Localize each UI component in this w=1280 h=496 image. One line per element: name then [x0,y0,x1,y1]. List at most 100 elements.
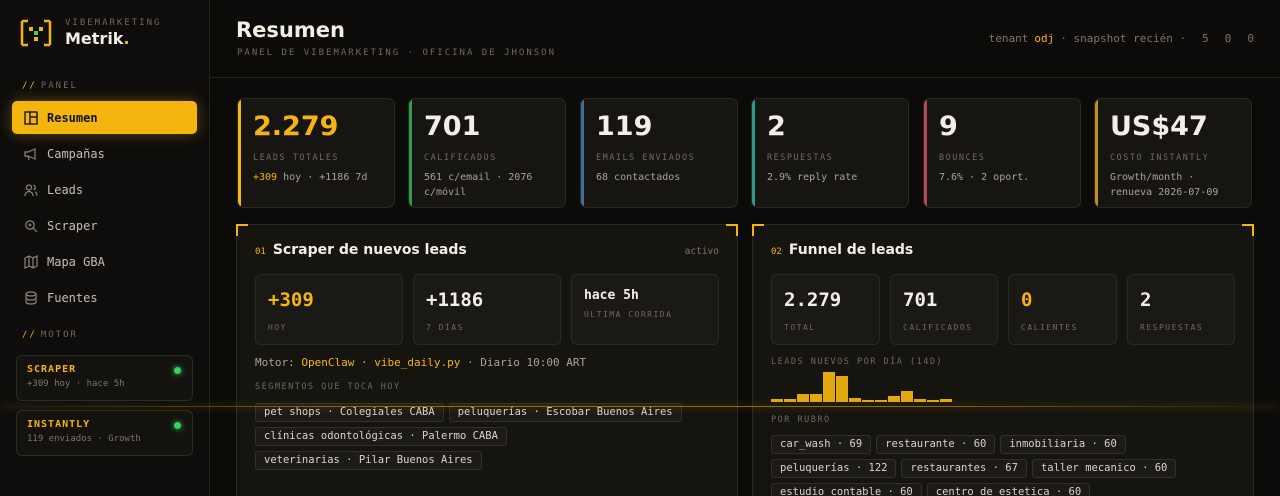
sidebar-item-scraper[interactable]: Scraper [12,209,197,242]
stat-calificados: 701 CALIFICADOS [890,274,998,345]
kpi-accent [581,99,584,207]
rubro-chip[interactable]: peluquerías · 122 [771,459,897,478]
sidebar: VIBEMARKETING Metrik. //PANEL Resumen Ca… [0,0,210,496]
kpi-label: CALIFICADOS [424,153,497,163]
rubro-list: car_wash · 69 restaurante · 60 inmobilia… [771,435,1241,496]
daily-bar [823,372,835,402]
stat-value: +309 [268,289,314,311]
stat-label: 7 DÍAS [426,323,464,332]
sidebar-item-label: Mapa GBA [47,254,105,269]
kpi-label: COSTO INSTANTLY [1110,153,1210,163]
sidebar-item-resumen[interactable]: Resumen [12,101,197,134]
stat-label: CALIFICADOS [903,323,973,332]
kpi-note: 7.6% · 2 oport. [939,172,1030,183]
kpi-card-costo-instantly: US$47 COSTO INSTANTLY Growth/month · ren… [1094,98,1252,208]
scraper-panel: 01 Scraper de nuevos leads activo +309 H… [236,224,738,496]
sidebar-item-leads[interactable]: Leads [12,173,197,206]
rubro-chip[interactable]: taller mecanico · 60 [1031,459,1177,478]
motor-card-scraper[interactable]: SCRAPER +309 hoy · hace 5h [16,355,193,401]
kpi-accent [1095,99,1098,207]
motor-subtitle: +309 hoy · hace 5h [27,379,125,389]
layout-icon [24,110,38,125]
segments-label: SEGMENTOS QUE TOCA HOY [255,382,401,392]
panel-title: Scraper de nuevos leads [272,242,467,258]
kpi-card-respuestas: 2 RESPUESTAS 2.9% reply rate [751,98,909,208]
motor-card-instantly[interactable]: INSTANTLY 119 enviados · Growth [16,410,193,456]
sidebar-item-label: Leads [47,182,84,197]
corner-decoration [752,224,764,236]
motor-line: Motor: OpenClaw · vibe_daily.py · Diario… [255,356,587,369]
kpi-card-bounces: 9 BOUNCES 7.6% · 2 oport. [923,98,1081,208]
map-icon [24,254,38,269]
daily-bar [771,399,783,402]
stat-7-dias: +1186 7 DÍAS [413,274,561,345]
counter: 0 [1247,32,1254,45]
panel-title: Funnel de leads [788,242,914,258]
daily-bar [784,399,796,402]
counter: 0 [1224,32,1232,45]
kpi-label: RESPUESTAS [767,153,834,163]
daily-bar [810,394,822,402]
rubro-chip[interactable]: restaurante · 60 [876,435,996,454]
rubro-chip[interactable]: restaurantes · 67 [901,459,1027,478]
kpi-label: LEADS TOTALES [253,153,340,163]
kpi-value: 701 [424,111,481,142]
section-label-panel: //PANEL [22,81,78,91]
tenant-value[interactable]: odj [1034,32,1054,45]
motor-title: SCRAPER [27,364,77,375]
motor-name[interactable]: OpenClaw · vibe_daily.py [301,356,460,369]
stat-value: 701 [903,289,938,311]
sidebar-item-campanas[interactable]: Campañas [12,137,197,170]
stat-calientes: 0 CALIENTES [1008,274,1117,345]
stat-value: +1186 [426,289,484,311]
panel-number: 02 [771,247,782,257]
kpi-value: US$47 [1110,111,1208,142]
kpi-accent [924,99,927,207]
snapshot-text: · snapshot recién · [1060,32,1187,45]
brand-name: Metrik. [65,29,130,48]
brand-subtitle: VIBEMARKETING [65,18,162,28]
scan-line-decoration [0,406,1280,407]
daily-bar [940,399,952,402]
stat-hoy: +309 HOY [255,274,403,345]
daily-bar [862,400,874,402]
page-subtitle: PANEL DE VIBEMARKETING · OFICINA DE JHON… [237,48,556,58]
kpi-card-leads-totales: 2.279 LEADS TOTALES +309 hoy · +1186 7d [237,98,395,208]
kpi-label: BOUNCES [939,153,986,163]
brand[interactable]: VIBEMARKETING Metrik. [20,18,161,48]
stat-label: TOTAL [784,323,816,332]
kpi-note: 68 contactados [596,172,681,183]
kpi-value: 2 [767,111,786,142]
status-dot [174,367,181,374]
kpi-accent [238,99,241,207]
stat-label: ÚLTIMA CORRIDA [584,310,673,319]
daily-bar [901,391,913,402]
daily-bar [849,398,861,402]
sidebar-item-label: Fuentes [47,290,98,305]
kpi-card-calificados: 701 CALIFICADOS 561 c/email · 2076 c/móv… [408,98,566,208]
rubro-label: POR RUBRO [771,415,831,425]
kpi-value: 9 [939,111,958,142]
section-label-motor: //MOTOR [22,330,78,340]
metrik-logo-icon [20,19,52,47]
rubro-chip[interactable]: centro de estetica · 60 [926,483,1091,496]
segment-chip[interactable]: clínicas odontológicas · Palermo CABA [255,427,507,446]
stat-value: 2 [1140,289,1152,311]
rubro-chip[interactable]: car_wash · 69 [771,435,872,454]
segment-chip[interactable]: veterinarias · Pilar Buenos Aires [255,451,482,470]
status-dot [174,422,181,429]
panel-number: 01 [255,247,266,257]
database-icon [25,290,37,305]
sidebar-item-fuentes[interactable]: Fuentes [12,281,197,314]
daily-bar [888,396,900,402]
segments-list: pet shops · Colegiales CABA peluquerías … [255,403,725,470]
rubro-chip[interactable]: inmobiliaria · 60 [1000,435,1126,454]
sidebar-item-mapa-gba[interactable]: Mapa GBA [12,245,197,278]
motor-title: INSTANTLY [27,419,91,430]
megaphone-icon [24,147,36,160]
kpi-note: Growth/month · renueva 2026-07-09 [1110,172,1219,198]
rubro-chip[interactable]: estudio contable · 60 [771,483,922,496]
status-badge: activo [684,246,719,257]
stat-value: hace 5h [584,288,639,303]
funnel-panel: 02 Funnel de leads 2.279 TOTAL 701 CALIF… [752,224,1254,496]
